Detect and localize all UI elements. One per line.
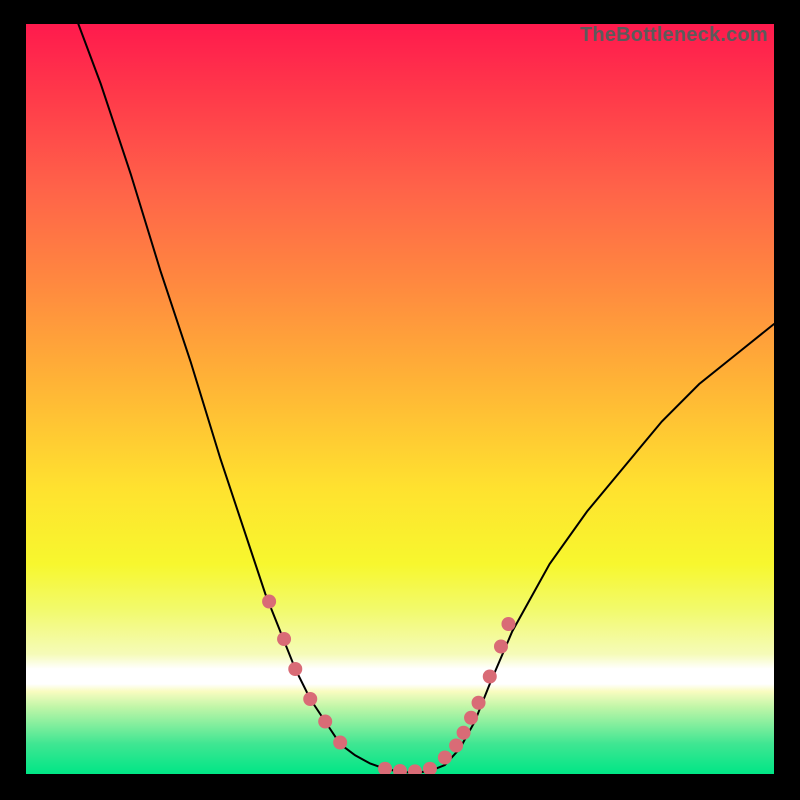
data-marker [494,640,508,654]
data-marker [501,617,515,631]
data-marker [438,751,452,765]
data-marker [303,692,317,706]
data-marker [262,595,276,609]
data-marker [483,670,497,684]
plot-area: TheBottleneck.com [26,24,774,774]
data-marker [408,764,422,774]
bottleneck-curve-left [78,24,415,773]
bottleneck-curve-right [415,324,774,773]
data-marker [464,711,478,725]
data-marker [423,762,437,774]
data-marker [277,632,291,646]
data-marker [318,715,332,729]
data-marker [449,739,463,753]
chart-frame: TheBottleneck.com [0,0,800,800]
data-marker [457,726,471,740]
data-marker [288,662,302,676]
data-marker [378,762,392,774]
data-marker [333,736,347,750]
data-marker [393,764,407,774]
data-marker [472,696,486,710]
curve-layer [26,24,774,774]
